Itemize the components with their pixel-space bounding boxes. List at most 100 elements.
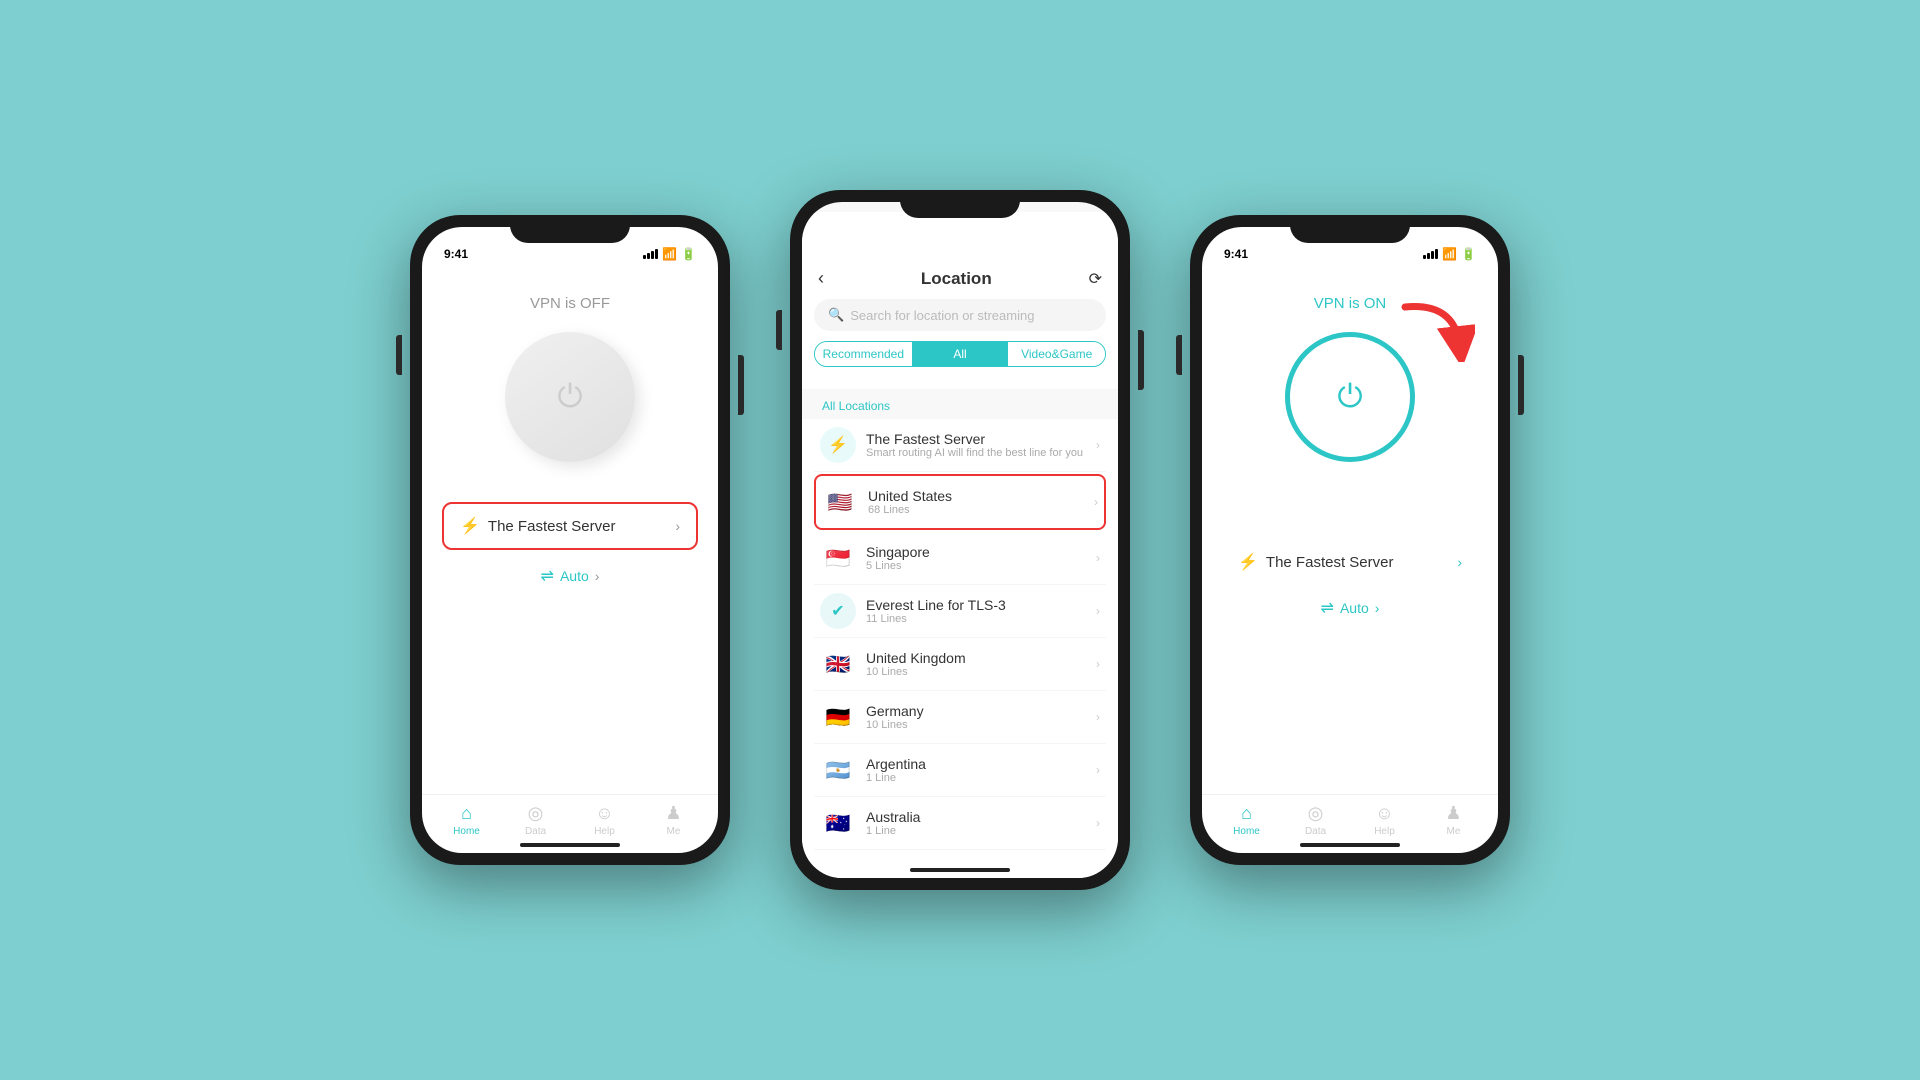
data-label-3: Data [1305, 826, 1326, 837]
power-icon-1: ⏻ [557, 378, 582, 416]
wifi-icon-3: 📶 [1442, 247, 1457, 261]
loc-au[interactable]: 🇦🇺 Australia 1 Line › [814, 797, 1106, 850]
location-header: ‹ Location ⟳ [802, 254, 1118, 299]
tls-name: Everest Line for TLS-3 [866, 597, 1086, 613]
sg-name: Singapore [866, 544, 1086, 560]
home-icon-1: ⌂ [461, 803, 472, 824]
location-title: Location [921, 269, 992, 289]
notch-2 [900, 190, 1020, 218]
auto-label-3: Auto [1340, 600, 1369, 616]
wifi-icon-1: 📶 [662, 247, 677, 261]
tab-all[interactable]: All [912, 342, 1009, 366]
power-button-1[interactable]: ⏻ [505, 332, 635, 462]
data-label-1: Data [525, 826, 546, 837]
sg-lines: 5 Lines [866, 560, 1086, 572]
nav-home-3[interactable]: ⌂ Home [1212, 803, 1281, 837]
uk-chevron: › [1096, 657, 1100, 671]
nav-help-3[interactable]: ☺ Help [1350, 803, 1419, 837]
de-name: Germany [866, 703, 1086, 719]
tab-videogame[interactable]: Video&Game [1008, 342, 1105, 366]
home-bar-2 [910, 868, 1010, 872]
home-bar-3 [1300, 843, 1400, 847]
nav-me-1[interactable]: ♟ Me [639, 803, 708, 837]
phone-2: 9:41 📶 🔋 ‹ Location ⟳ 🔍 Search for locat… [790, 190, 1130, 890]
notch-3 [1290, 215, 1410, 243]
nav-data-3[interactable]: ◎ Data [1281, 803, 1350, 837]
server-label-3: The Fastest Server [1266, 554, 1394, 571]
auto-chevron-1: › [595, 568, 600, 584]
home-bar-1 [520, 843, 620, 847]
battery-icon-3: 🔋 [1461, 247, 1476, 261]
au-chevron: › [1096, 816, 1100, 830]
loc-ar[interactable]: 🇦🇷 Argentina 1 Line › [814, 744, 1106, 797]
loc-tls[interactable]: ✔ Everest Line for TLS-3 11 Lines › [814, 585, 1106, 638]
flag-ar: 🇦🇷 [820, 752, 856, 788]
auto-icon-3: ⇌ [1321, 598, 1334, 618]
vpn-status-label-3: VPN is ON [1314, 295, 1387, 312]
nav-me-3[interactable]: ♟ Me [1419, 803, 1488, 837]
tab-recommended[interactable]: Recommended [815, 342, 912, 366]
home-label-3: Home [1233, 826, 1260, 837]
us-chevron: › [1094, 495, 1098, 509]
de-lines: 10 Lines [866, 719, 1086, 731]
ar-chevron: › [1096, 763, 1100, 777]
location-tabs: Recommended All Video&Game [814, 341, 1106, 367]
vpn-status-label-1: VPN is OFF [530, 295, 610, 312]
help-label-3: Help [1374, 826, 1395, 837]
speed-test-icon[interactable]: ⟳ [1089, 269, 1102, 289]
auto-label-1: Auto [560, 568, 589, 584]
fastest-sub: Smart routing AI will find the best line… [866, 447, 1086, 459]
loc-fastest[interactable]: ⚡ The Fastest Server Smart routing AI wi… [814, 419, 1106, 472]
phone-3: 9:41 📶 🔋 VPN is ON ⏻ [1190, 215, 1510, 865]
auto-icon-1: ⇌ [541, 566, 554, 586]
time-3: 9:41 [1224, 247, 1248, 261]
data-icon-3: ◎ [1308, 803, 1324, 824]
uk-name: United Kingdom [866, 650, 1086, 666]
loc-de[interactable]: 🇩🇪 Germany 10 Lines › [814, 691, 1106, 744]
auto-chevron-3: › [1375, 600, 1380, 616]
nav-help-1[interactable]: ☺ Help [570, 803, 639, 837]
au-name: Australia [866, 809, 1086, 825]
us-name: United States [868, 488, 1084, 504]
home-label-1: Home [453, 826, 480, 837]
nav-data-1[interactable]: ◎ Data [501, 803, 570, 837]
flag-uk: 🇬🇧 [820, 646, 856, 682]
flag-sg: 🇸🇬 [820, 540, 856, 576]
fastest-icon: ⚡ [820, 427, 856, 463]
fastest-chevron: › [1096, 438, 1100, 452]
ar-name: Argentina [866, 756, 1086, 772]
flag-tls: ✔ [820, 593, 856, 629]
signal-icon-3 [1423, 249, 1438, 259]
loc-uk[interactable]: 🇬🇧 United Kingdom 10 Lines › [814, 638, 1106, 691]
me-label-1: Me [667, 826, 681, 837]
help-icon-1: ☺ [595, 803, 613, 824]
auto-btn-1[interactable]: ⇌ Auto › [541, 566, 600, 586]
us-lines: 68 Lines [868, 504, 1084, 516]
uk-lines: 10 Lines [866, 666, 1086, 678]
search-bar[interactable]: 🔍 Search for location or streaming [814, 299, 1106, 331]
tls-chevron: › [1096, 604, 1100, 618]
loc-us[interactable]: 🇺🇸 United States 68 Lines › [814, 474, 1106, 530]
power-icon-3: ⏻ [1337, 378, 1362, 416]
phone-1: 9:41 📶 🔋 VPN is OFF ⏻ ⚡ The Fast [410, 215, 730, 865]
server-label-1: The Fastest Server [488, 518, 616, 535]
signal-icon-1 [643, 249, 658, 259]
me-icon-1: ♟ [665, 803, 681, 824]
loc-sg[interactable]: 🇸🇬 Singapore 5 Lines › [814, 532, 1106, 585]
ar-lines: 1 Line [866, 772, 1086, 784]
flag-us: 🇺🇸 [822, 484, 858, 520]
fastest-server-btn-3[interactable]: ⚡ The Fastest Server › [1222, 542, 1478, 582]
data-icon-1: ◎ [528, 803, 544, 824]
battery-icon-1: 🔋 [681, 247, 696, 261]
search-icon: 🔍 [828, 307, 844, 323]
flag-au: 🇦🇺 [820, 805, 856, 841]
help-label-1: Help [594, 826, 615, 837]
auto-btn-3[interactable]: ⇌ Auto › [1321, 598, 1380, 618]
me-icon-3: ♟ [1445, 803, 1461, 824]
help-icon-3: ☺ [1375, 803, 1393, 824]
fastest-server-btn-1[interactable]: ⚡ The Fastest Server › [442, 502, 698, 550]
nav-home-1[interactable]: ⌂ Home [432, 803, 501, 837]
de-chevron: › [1096, 710, 1100, 724]
chevron-icon-3: › [1457, 554, 1462, 570]
back-button[interactable]: ‹ [818, 268, 824, 289]
